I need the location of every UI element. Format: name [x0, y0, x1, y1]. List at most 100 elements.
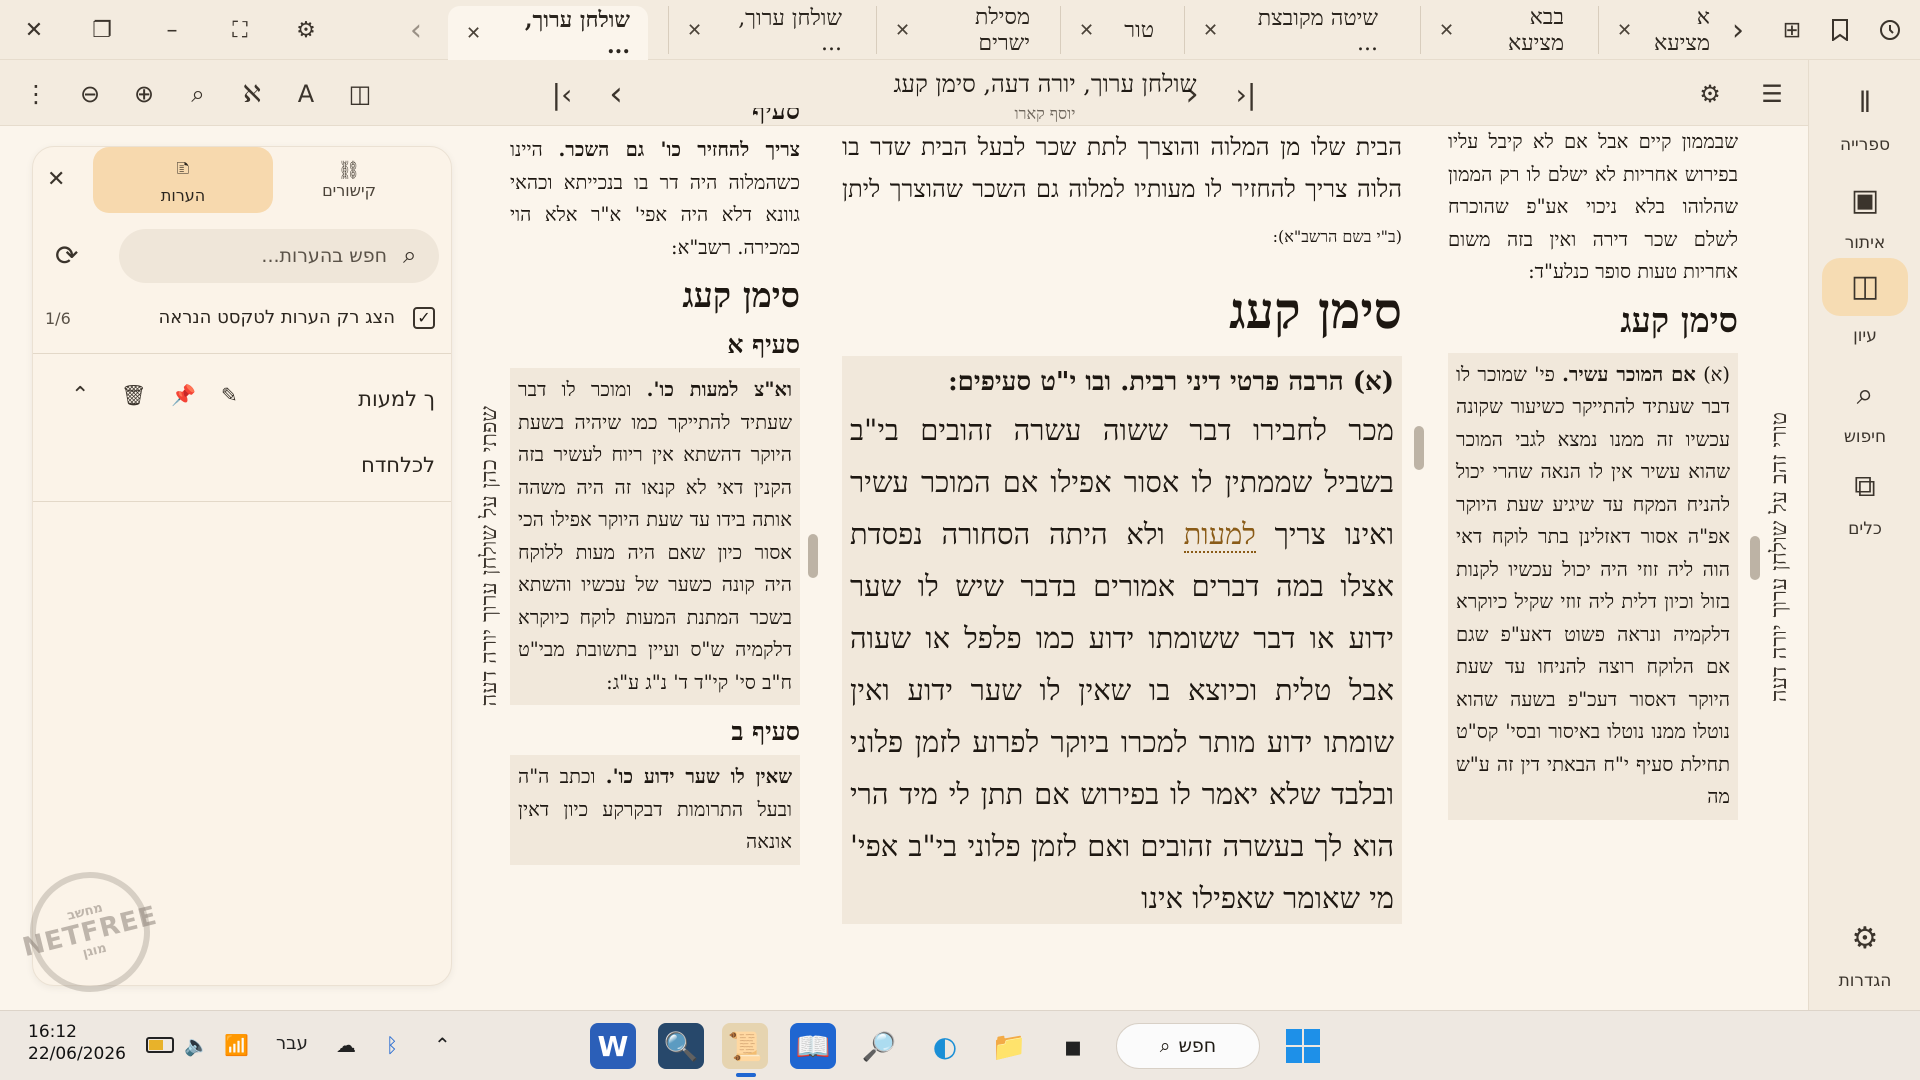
- book-app-icon[interactable]: 📖: [790, 1023, 836, 1069]
- tab-shulchan-aruch-1[interactable]: שולחן ערוך, ... ✕: [448, 6, 648, 60]
- minimize-window-icon[interactable]: –: [154, 12, 190, 48]
- right-commentary-title: טורי זהב על שולחן ערוך יורה דעה: [1767, 412, 1792, 702]
- open-book-icon: ◫: [1822, 258, 1908, 316]
- tab-label: טור: [1124, 18, 1154, 43]
- tab-bava-metzia-2[interactable]: א מציעא ✕: [1598, 5, 1728, 56]
- pin-icon[interactable]: 📌: [171, 383, 196, 407]
- cloud-off-icon[interactable]: ☁: [336, 1033, 356, 1057]
- search-app-icon[interactable]: 🔍: [658, 1023, 704, 1069]
- notes-panel: ⛓ קישורים 🗈 הערות ✕ ⟳ ⌕ ✓ הצג רק הערות ל…: [32, 146, 452, 986]
- active-app-indicator: [736, 1073, 756, 1077]
- annotated-word-link[interactable]: למעות: [1183, 517, 1256, 553]
- seif-heading: סעיף א: [727, 330, 800, 359]
- close-tab-icon[interactable]: ✕: [687, 20, 702, 41]
- nav-label: חיפוש: [1843, 427, 1887, 447]
- tab-links[interactable]: ⛓ קישורים: [259, 147, 439, 213]
- tab-notes[interactable]: 🗈 הערות: [93, 147, 273, 213]
- close-tab-icon[interactable]: ✕: [1079, 20, 1094, 41]
- restore-window-icon[interactable]: ❐: [84, 12, 120, 48]
- close-tab-icon[interactable]: ✕: [466, 23, 481, 44]
- notes-search-input[interactable]: [119, 229, 439, 283]
- gear-icon: ⚙: [1851, 921, 1879, 956]
- filter-label: הצג רק הערות לטקסט הנראה: [158, 307, 395, 328]
- settings-icon[interactable]: ⚙: [288, 12, 324, 48]
- commentary-paragraph: (א) אם המוכר עשיר. פי' שמוכר לו דבר שעתי…: [1448, 352, 1738, 820]
- commentary-paragraph: צריך להחזיר כו' גם השכר. היינו כשהמלוה ה…: [510, 138, 800, 259]
- note-item[interactable]: ך למעות: [358, 387, 435, 411]
- tab-label: א מציעא: [1654, 5, 1710, 56]
- nav-settings[interactable]: ⚙ הגדרות: [1819, 910, 1911, 1002]
- terminal-app-icon[interactable]: ▪: [1050, 1023, 1096, 1069]
- delete-icon[interactable]: 🗑: [121, 383, 146, 407]
- nav-label: הגדרות: [1838, 971, 1892, 991]
- tab-mesilat-yesharim[interactable]: מסילת ישרים ✕: [876, 5, 1048, 56]
- nav-search[interactable]: ⌕ חיפוש: [1819, 366, 1911, 458]
- tab-shulchan-aruch-2[interactable]: שולחן ערוך, ... ✕: [668, 5, 860, 56]
- start-button[interactable]: [1280, 1023, 1326, 1069]
- menu-icon[interactable]: ☰: [1752, 74, 1792, 114]
- seif-heading: סעיף: [752, 108, 800, 125]
- nav-study[interactable]: ◫ עיון: [1819, 256, 1911, 348]
- nav-library[interactable]: 𝍪 ספרייה: [1819, 74, 1911, 166]
- new-tab-icon[interactable]: ⊞: [1774, 12, 1810, 48]
- battery-icon[interactable]: [146, 1037, 174, 1053]
- close-tab-icon[interactable]: ✕: [1617, 20, 1632, 41]
- main-paragraph: הבית שלו מן המלוה והוצרך לתת שכר לבעל הב…: [842, 133, 1402, 246]
- chevron-up-icon[interactable]: ⌃: [434, 1033, 451, 1057]
- more-options-icon[interactable]: ⋮: [16, 74, 56, 114]
- chevron-right-icon[interactable]: ›: [1720, 12, 1756, 48]
- bluetooth-icon[interactable]: ᛒ: [386, 1033, 398, 1057]
- clock-date: 22/06/2026: [28, 1044, 126, 1064]
- taskbar-search[interactable]: ⌕ חפש: [1116, 1023, 1260, 1069]
- magnifier-app-icon[interactable]: 🔎: [856, 1023, 902, 1069]
- tab-bava-metzia[interactable]: בבא מציעא ✕: [1420, 5, 1582, 56]
- file-explorer-icon[interactable]: 📁: [986, 1023, 1032, 1069]
- edit-icon[interactable]: ✎: [221, 383, 238, 407]
- tab-label: מסילת ישרים: [974, 5, 1030, 56]
- split-view-icon[interactable]: ◫: [340, 74, 380, 114]
- chevron-up-icon[interactable]: ⌃: [71, 383, 89, 408]
- nikud-toggle-icon[interactable]: ℵ: [232, 74, 272, 114]
- right-column-scrollbar[interactable]: [1750, 536, 1760, 580]
- bookmark-icon[interactable]: [1822, 12, 1858, 48]
- tab-label: בבא מציעא: [1508, 5, 1564, 56]
- commentary-paragraph: שבממון קיים אבל אם לא קיבל עליו בפירוש א…: [1448, 130, 1738, 283]
- note-icon: 🗈: [176, 157, 190, 179]
- close-window-icon[interactable]: ✕: [16, 12, 52, 48]
- refresh-icon[interactable]: ⟳: [55, 239, 78, 272]
- visible-only-checkbox[interactable]: ✓: [413, 307, 435, 329]
- word-app-icon[interactable]: W: [590, 1023, 636, 1069]
- note-item[interactable]: לכלחדח: [361, 453, 435, 477]
- side-navigation: 𝍪 ספרייה ▣ איתור ◫ עיון ⌕ חיפוש ⧉ כלים ⚙…: [1808, 60, 1920, 1010]
- language-indicator[interactable]: עבר: [276, 1033, 308, 1054]
- left-column-scrollbar[interactable]: [808, 534, 818, 578]
- close-tab-icon[interactable]: ✕: [1439, 20, 1454, 41]
- page-title: שולחן ערוך, יורה דעה, סימן קעג: [893, 70, 1197, 98]
- main-paragraph: מכר לחבירו דבר ששוה עשרה זהובים בי"ב בשב…: [850, 413, 1394, 915]
- book-icon: ▣: [1850, 183, 1880, 218]
- font-settings-icon[interactable]: A: [286, 74, 326, 114]
- settings-icon[interactable]: ⚙: [1690, 74, 1730, 114]
- close-panel-icon[interactable]: ✕: [47, 167, 65, 192]
- nav-tools[interactable]: ⧉ כלים: [1819, 458, 1911, 550]
- chevron-left-icon[interactable]: ‹: [398, 12, 434, 48]
- edge-browser-icon[interactable]: ◐: [922, 1023, 968, 1069]
- close-tab-icon[interactable]: ✕: [1203, 20, 1218, 41]
- nav-locate[interactable]: ▣ איתור: [1819, 172, 1911, 264]
- tab-tur[interactable]: טור ✕: [1060, 6, 1172, 54]
- volume-icon[interactable]: 🔈: [184, 1033, 209, 1057]
- wifi-icon[interactable]: 📶: [224, 1033, 249, 1057]
- center-column-scrollbar[interactable]: [1414, 426, 1424, 470]
- search-icon[interactable]: ⌕: [178, 74, 218, 114]
- library-app-icon[interactable]: 📜: [722, 1023, 768, 1069]
- close-tab-icon[interactable]: ✕: [895, 20, 910, 41]
- tab-label: שולחן ערוך, ...: [524, 7, 630, 59]
- tab-label: שולחן ערוך, ...: [738, 5, 842, 56]
- zoom-in-icon[interactable]: ⊕: [124, 74, 164, 114]
- fullscreen-icon[interactable]: ⛶: [222, 12, 258, 48]
- history-icon[interactable]: [1872, 12, 1908, 48]
- zoom-out-icon[interactable]: ⊖: [70, 74, 110, 114]
- clock[interactable]: 16:12 22/06/2026: [28, 1021, 126, 1065]
- library-icon: 𝍪: [1859, 85, 1871, 120]
- tab-shita-mekubetzet[interactable]: שיטה מקובצת ... ✕: [1184, 6, 1396, 56]
